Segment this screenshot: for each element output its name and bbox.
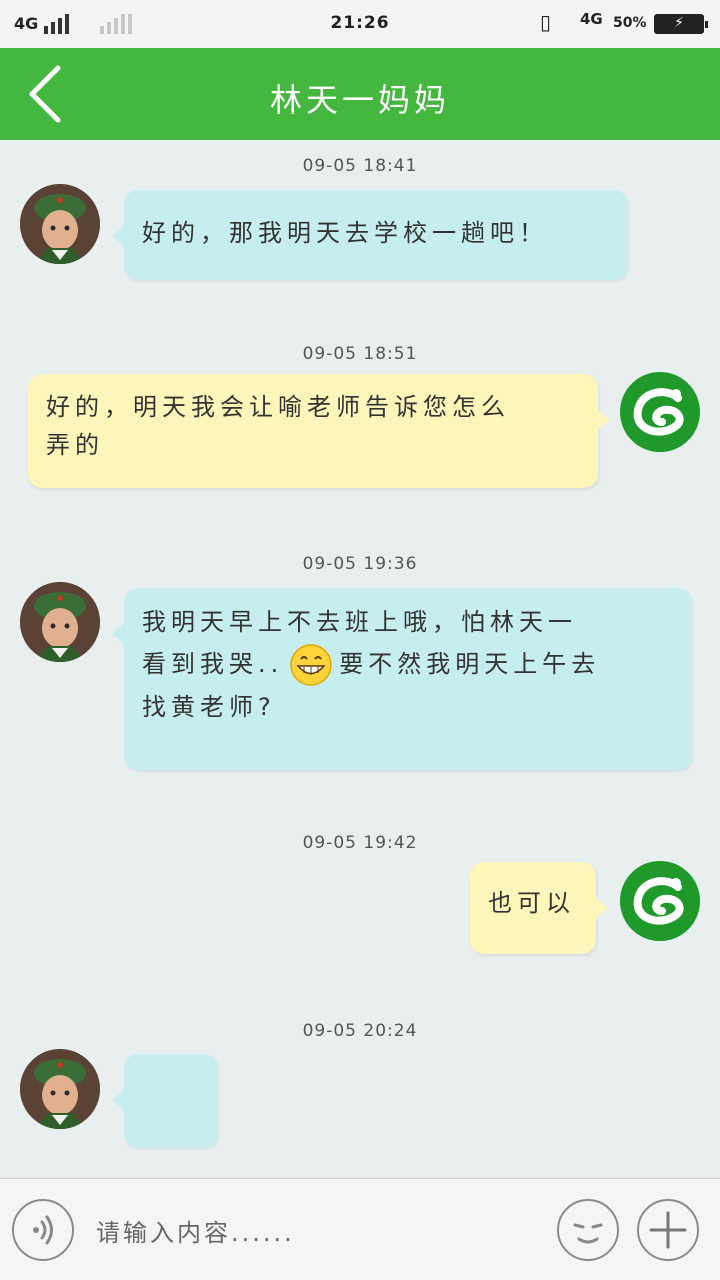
message-text-line: 好的，明天我会让喻老师告诉您怎么 [46, 393, 510, 421]
network-type-right: 4G [580, 10, 603, 28]
message-text-line: 我明天早上不去班上哦，怕林天一 [142, 608, 577, 636]
message-input[interactable]: 请输入内容...... [96, 1213, 295, 1248]
emoji-button[interactable] [557, 1199, 619, 1261]
status-time: 21:26 [330, 13, 390, 33]
vibrate-icon: ▯ [540, 10, 552, 34]
message-text: 也可以 [488, 889, 575, 917]
chat-header: 林天一妈妈 [0, 48, 720, 140]
message-bubble-received[interactable] [112, 1054, 218, 1148]
contact-avatar[interactable] [20, 582, 100, 662]
message-text-line: 弄的 [46, 431, 104, 460]
school-logo-icon [620, 861, 700, 941]
add-button[interactable] [637, 1199, 699, 1261]
emoji-face-icon [573, 1223, 603, 1244]
message-text: 好的，那我明天去学校一趟吧！ [142, 219, 548, 247]
child-photo-icon [20, 1049, 100, 1129]
message-timestamp: 09-05 18:41 [302, 156, 418, 176]
message-timestamp: 09-05 18:51 [302, 344, 418, 364]
message-bubble-received[interactable]: 我明天早上不去班上哦，怕林天一 看到我哭.. 要不然我明天上午去 找黄老师? [112, 588, 692, 770]
contact-avatar[interactable] [20, 1049, 100, 1129]
school-logo-icon [620, 372, 700, 452]
message-timestamp: 09-05 20:24 [302, 1021, 418, 1041]
message-timestamp: 09-05 19:36 [302, 554, 418, 574]
message-text-fragment: 要不然我明天上午去 [339, 649, 601, 678]
child-photo-icon [20, 184, 100, 264]
message-bubble-sent[interactable]: 也可以 [470, 862, 608, 954]
voice-icon [33, 1215, 53, 1245]
school-avatar[interactable] [620, 372, 700, 452]
message-text-fragment: 看到我哭.. [142, 649, 284, 678]
voice-button[interactable] [12, 1199, 74, 1261]
child-photo-icon [20, 582, 100, 662]
message-bubble-received[interactable]: 好的，那我明天去学校一趟吧！ [112, 190, 628, 280]
school-avatar[interactable] [620, 861, 700, 941]
contact-avatar[interactable] [20, 184, 100, 264]
message-timestamp: 09-05 19:42 [302, 833, 418, 853]
battery-percent: 50% [613, 15, 647, 31]
message-text-line-group: 看到我哭.. 要不然我明天上午去 [142, 643, 674, 687]
message-bubble-sent[interactable]: 好的，明天我会让喻老师告诉您怎么 弄的 [28, 374, 610, 488]
message-text-line: 找黄老师? [142, 692, 276, 721]
status-bar: 4G 21:26 ▯ 4G 50% ⚡ [0, 0, 720, 48]
message-input-bar: 请输入内容...... [0, 1178, 720, 1280]
plus-icon [649, 1211, 687, 1249]
page-title: 林天一妈妈 [269, 81, 450, 119]
battery-charging-icon: ⚡ [654, 14, 708, 34]
grinning-face-icon [290, 644, 333, 686]
